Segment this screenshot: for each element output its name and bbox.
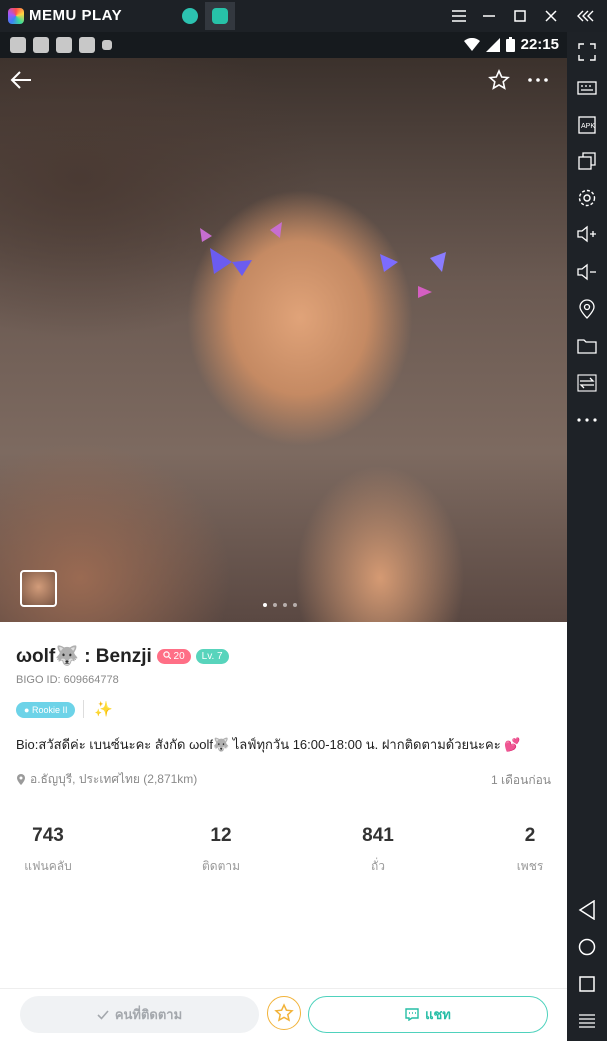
profile-card: ωolf🐺 : Benzji 20 Lv. 7 BIGO ID: 6096647… [0,622,567,988]
tag-divider [83,700,84,718]
following-button[interactable]: คนที่ติดตาม [20,996,259,1033]
bio-text: Bio:สวัสดีค่ะ เบนซ์นะคะ สังกัด ωolf🐺 ไลฟ… [16,737,521,752]
app-tab-icon[interactable] [178,4,202,28]
location-pin-icon [17,774,25,785]
volume-down-icon[interactable] [575,260,599,284]
volume-up-icon[interactable] [575,222,599,246]
a-icon [102,40,112,50]
bigo-app-icon[interactable] [205,2,235,30]
star-icon[interactable] [485,66,513,94]
memu-logo: MEMU PLAY [8,7,122,24]
status-right: 22:15 [463,36,559,53]
settings-icon[interactable] [575,186,599,210]
level-badge: Lv. 7 [195,648,229,664]
name-row: ωolf🐺 : Benzji 20 Lv. 7 [16,644,229,668]
close-icon[interactable] [540,5,562,27]
stat-beans[interactable]: 841 ถั่ว [358,825,398,876]
wings-badge-icon[interactable]: ✨ [94,700,122,718]
notification-icon [10,37,26,53]
chat-button-label: แชท [425,1007,451,1022]
minimize-icon[interactable] [478,5,500,27]
profile-photo[interactable] [0,58,567,622]
chat-bubble-icon [405,1008,419,1021]
rookie-tag-label: Rookie II [31,705,68,715]
android-status-bar: 22:15 [0,32,567,58]
collapse-sidebar-icon[interactable] [575,5,597,27]
location-text: อ.ธัญบุรี, ประเทศไทย (2,871km) [30,772,198,786]
photo-pager-dots [263,603,297,607]
maximize-icon[interactable] [509,5,531,27]
notification-icon [79,37,95,53]
emulator-titlebar: MEMU PLAY [0,0,607,32]
pager-dot [283,603,287,607]
memu-logo-text: MEMU PLAY [29,7,123,24]
star-icon [274,1003,294,1022]
apk-icon[interactable]: APK [575,113,599,137]
folder-icon[interactable] [575,334,599,358]
rotate-icon[interactable] [575,371,599,395]
multi-window-icon[interactable] [575,149,599,173]
back-icon[interactable] [575,898,599,922]
memu-logo-icon [8,7,24,24]
emulator-sidebar: APK [567,32,607,1041]
notification-icons [10,37,112,53]
last-seen: 1 เดือนก่อน [491,773,551,787]
following-button-label: คนที่ติดตาม [114,1007,183,1022]
stat-label: เพชร [516,859,544,873]
wifi-icon [463,37,480,51]
butterfly-stickers [200,222,446,298]
stat-following[interactable]: 12 ติดตาม [192,825,250,876]
bigo-id: BIGO ID: 609664778 [16,674,119,686]
stat-label: ติดตาม [201,859,241,873]
stat-label: แฟนคลับ [24,859,72,873]
back-arrow-icon[interactable] [7,66,35,94]
notification-icon [56,37,72,53]
more-icon[interactable] [524,66,552,94]
favorite-star-button[interactable] [267,996,301,1030]
location-icon[interactable] [575,297,599,321]
pager-dot [263,603,267,607]
user-name: ωolf🐺 : Benzji [16,646,152,667]
battery-icon [505,37,515,52]
notification-icon [33,37,49,53]
rookie-tag[interactable]: ● Rookie II [16,702,76,718]
stat-value: 841 [362,825,394,846]
stat-diamonds[interactable]: 2 เพชร [512,825,548,876]
heart-search-icon [163,650,172,659]
location: อ.ธัญบุรี, ประเทศไทย (2,871km) [16,770,197,789]
stat-value: 2 [524,825,536,846]
photo-thumbnail[interactable] [20,570,57,607]
stat-value: 743 [32,825,64,846]
svg-text:APK: APK [581,123,595,130]
stats-row: 743 แฟนคลับ 12 ติดตาม 841 ถั่ว 2 เพชร [0,825,567,885]
check-icon [97,1009,109,1020]
pager-dot [273,603,277,607]
bottom-action-bar: คนที่ติดตาม แชท [0,988,567,1041]
fullscreen-icon[interactable] [575,40,599,64]
fans-badge-value: 20 [173,650,185,662]
fans-badge: 20 [156,648,191,664]
rookie-dot-icon: ● [24,705,30,715]
stat-fans[interactable]: 743 แฟนคลับ [22,825,74,876]
pager-dot [293,603,297,607]
stat-label: ถั่ว [370,859,385,873]
stat-value: 12 [210,825,232,846]
keyboard-icon[interactable] [575,76,599,100]
home-icon[interactable] [575,935,599,959]
more-icon[interactable] [575,408,599,432]
menu-lines-icon[interactable] [575,1009,599,1033]
clock: 22:15 [520,36,559,53]
chat-button[interactable]: แชท [308,996,548,1033]
signal-icon [485,37,500,52]
recent-apps-icon[interactable] [575,972,599,996]
menu-icon[interactable] [448,5,470,27]
